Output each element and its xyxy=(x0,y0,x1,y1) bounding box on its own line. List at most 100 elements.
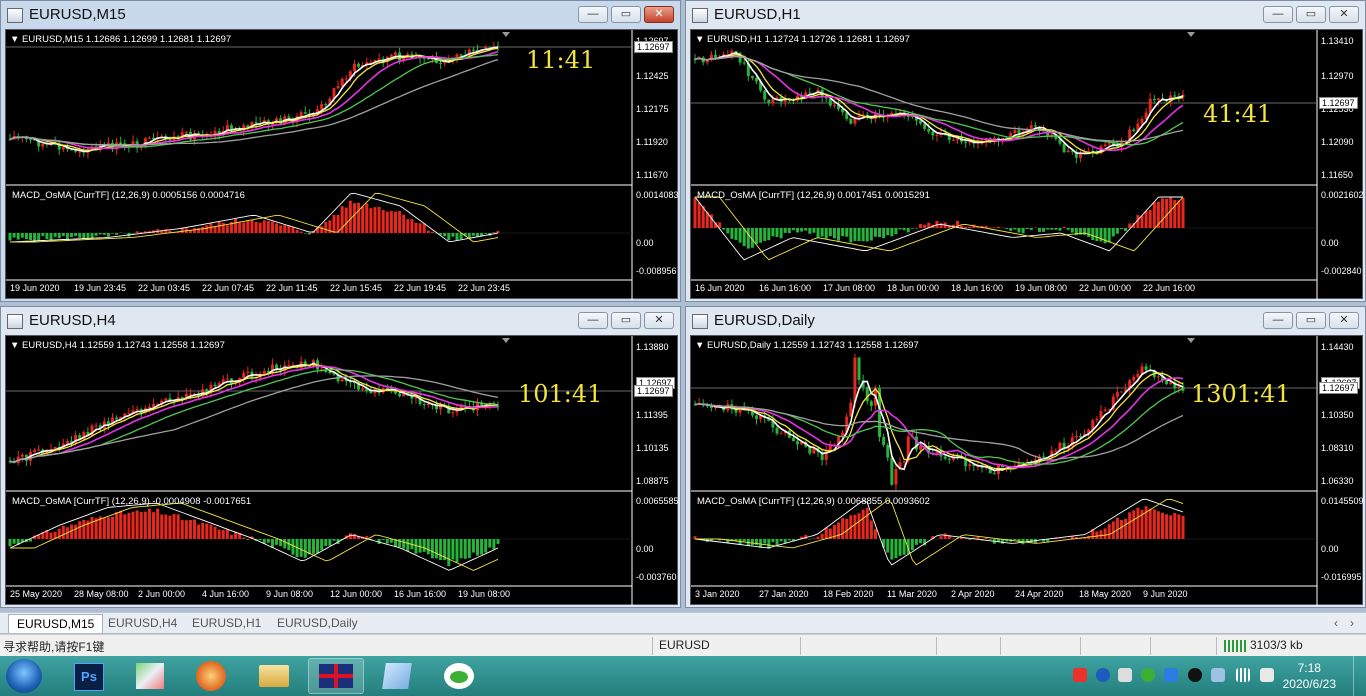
maximize-button[interactable]: ▭ xyxy=(611,312,641,329)
minimize-button[interactable]: — xyxy=(578,6,608,23)
chart-canvas[interactable] xyxy=(691,30,1364,300)
wechat-icon[interactable] xyxy=(432,658,488,694)
tab-eurusd-daily[interactable]: EURUSD,Daily xyxy=(269,614,366,632)
macd-histogram-bar xyxy=(1013,539,1017,541)
tray-network-icon[interactable] xyxy=(1118,668,1132,682)
chart-window-h1[interactable]: EURUSD,H1 — ▭ ✕ ▼ EURUSD,H1 1.12724 1.12726 … xyxy=(685,0,1366,302)
taskbar: Ps 7:18 2020/6/23 xyxy=(0,656,1366,696)
macd-histogram-bar xyxy=(1152,509,1156,539)
price-axis-label: 1.14430 xyxy=(1321,342,1354,352)
macd-histogram-bar xyxy=(960,537,964,539)
chart-window-h4[interactable]: EURUSD,H4 — ▭ ✕ ▼ EURUSD,H4 1.12559 1.12743 … xyxy=(0,306,681,608)
tab-eurusd-h1[interactable]: EURUSD,H1 xyxy=(184,614,269,632)
price-chart[interactable]: ▼ EURUSD,H1 1.12724 1.12726 1.12681 1.12… xyxy=(690,29,1364,300)
chart-canvas[interactable] xyxy=(691,336,1364,606)
fox-browser-icon[interactable] xyxy=(184,658,240,694)
maps-app-icon[interactable] xyxy=(122,658,178,694)
macd-histogram-bar xyxy=(783,228,787,233)
macd-histogram-bar xyxy=(471,233,475,236)
price-axis-label: 1.12970 xyxy=(1321,71,1354,81)
macd-histogram-bar xyxy=(131,233,135,234)
help-icon[interactable] xyxy=(1096,668,1110,682)
usb-icon[interactable] xyxy=(1211,668,1225,682)
time-axis-label: 27 Jan 2020 xyxy=(759,589,809,599)
minimize-button[interactable]: — xyxy=(578,312,608,329)
macd-histogram-bar xyxy=(865,228,869,242)
macd-axis-label: 0.00 xyxy=(1321,238,1339,248)
minimize-button[interactable]: — xyxy=(1263,312,1293,329)
candle-body xyxy=(857,357,861,380)
volume-icon[interactable] xyxy=(1260,668,1274,682)
chart-window-m15[interactable]: EURUSD,M15 — ▭ ✕ ▼ EURUSD,M15 1.12686 1.1269… xyxy=(0,0,681,302)
maximize-button[interactable]: ▭ xyxy=(1296,312,1326,329)
tab-scroll-right-icon[interactable]: › xyxy=(1342,614,1362,632)
price-chart[interactable]: ▼ EURUSD,M15 1.12686 1.12699 1.12681 1.1… xyxy=(5,29,679,300)
macd-histogram-bar xyxy=(311,539,315,554)
candle-body xyxy=(422,404,426,406)
time-axis-label: 28 May 08:00 xyxy=(74,589,129,599)
macd-histogram-bar xyxy=(730,228,734,239)
macd-histogram-bar xyxy=(996,226,1000,228)
macd-histogram-bar xyxy=(205,225,209,233)
chart-window-daily[interactable]: EURUSD,Daily — ▭ ✕ ▼ EURUSD,Daily 1.12559 1.… xyxy=(685,306,1366,608)
candle-body xyxy=(242,372,246,378)
qq-icon[interactable] xyxy=(1188,668,1202,682)
price-axis-label: 1.12425 xyxy=(636,71,669,81)
macd-histogram-bar xyxy=(1181,515,1185,539)
signal-icon[interactable] xyxy=(1236,668,1250,682)
candle-body xyxy=(1054,450,1058,452)
tray-wechat-icon[interactable] xyxy=(1141,668,1155,682)
metatrader-icon[interactable] xyxy=(308,658,364,694)
macd-histogram-bar xyxy=(816,536,820,539)
minimize-button[interactable]: — xyxy=(1263,6,1293,23)
macd-histogram-bar xyxy=(299,231,303,233)
show-desktop-button[interactable] xyxy=(1353,656,1366,696)
macd-histogram-bar xyxy=(816,228,820,238)
macd-histogram-bar xyxy=(1107,228,1111,243)
candle-body xyxy=(1156,98,1160,101)
shield-icon[interactable] xyxy=(1164,668,1178,682)
ma-white-line xyxy=(9,46,499,153)
candle-body xyxy=(426,403,430,406)
file-explorer-icon[interactable] xyxy=(246,658,302,694)
close-button[interactable]: ✕ xyxy=(644,6,674,23)
macd-histogram-bar xyxy=(201,522,205,539)
macd-histogram-bar xyxy=(53,233,57,237)
macd-histogram-bar xyxy=(275,223,279,233)
start-button-icon[interactable] xyxy=(6,659,42,693)
candle-body xyxy=(184,131,188,133)
macd-histogram-bar xyxy=(484,233,488,234)
price-chart[interactable]: ▼ EURUSD,H4 1.12559 1.12743 1.12558 1.12… xyxy=(5,335,679,606)
window-titlebar[interactable]: EURUSD,H1 — ▭ ✕ xyxy=(686,1,1365,29)
window-titlebar[interactable]: EURUSD,Daily — ▭ ✕ xyxy=(686,307,1365,335)
macd-histogram-bar xyxy=(488,539,492,548)
close-button[interactable]: ✕ xyxy=(1329,312,1359,329)
photoshop-icon[interactable]: Ps xyxy=(62,658,118,694)
price-chart[interactable]: ▼ EURUSD,Daily 1.12559 1.12743 1.12558 1… xyxy=(690,335,1364,606)
sogou-input-icon[interactable] xyxy=(1073,668,1087,682)
macd-histogram-bar xyxy=(369,208,373,233)
macd-histogram-bar xyxy=(1083,228,1087,236)
macd-histogram-bar xyxy=(344,207,348,233)
tab-eurusd-h4[interactable]: EURUSD,H4 xyxy=(100,614,185,632)
chart-window-icon xyxy=(7,314,23,329)
macd-histogram-bar xyxy=(12,233,16,238)
system-clock[interactable]: 7:18 2020/6/23 xyxy=(1283,660,1336,692)
macd-histogram-bar xyxy=(750,539,754,546)
window-titlebar[interactable]: EURUSD,H4 — ▭ ✕ xyxy=(1,307,680,335)
macd-histogram-bar xyxy=(238,222,242,233)
candle-body xyxy=(78,151,82,153)
close-button[interactable]: ✕ xyxy=(1329,6,1359,23)
candle-body xyxy=(262,370,266,374)
candle-body xyxy=(328,372,332,374)
tab-eurusd-m15[interactable]: EURUSD,M15 xyxy=(8,614,104,633)
macd-axis-label: 0.0065585 xyxy=(636,496,679,506)
notepad-icon[interactable] xyxy=(370,658,426,694)
maximize-button[interactable]: ▭ xyxy=(1296,6,1326,23)
chart-canvas[interactable] xyxy=(6,336,679,606)
maximize-button[interactable]: ▭ xyxy=(611,6,641,23)
macd-histogram-bar xyxy=(287,225,291,233)
window-titlebar[interactable]: EURUSD,M15 — ▭ ✕ xyxy=(1,1,680,29)
close-button[interactable]: ✕ xyxy=(644,312,674,329)
candle-body xyxy=(796,441,800,445)
